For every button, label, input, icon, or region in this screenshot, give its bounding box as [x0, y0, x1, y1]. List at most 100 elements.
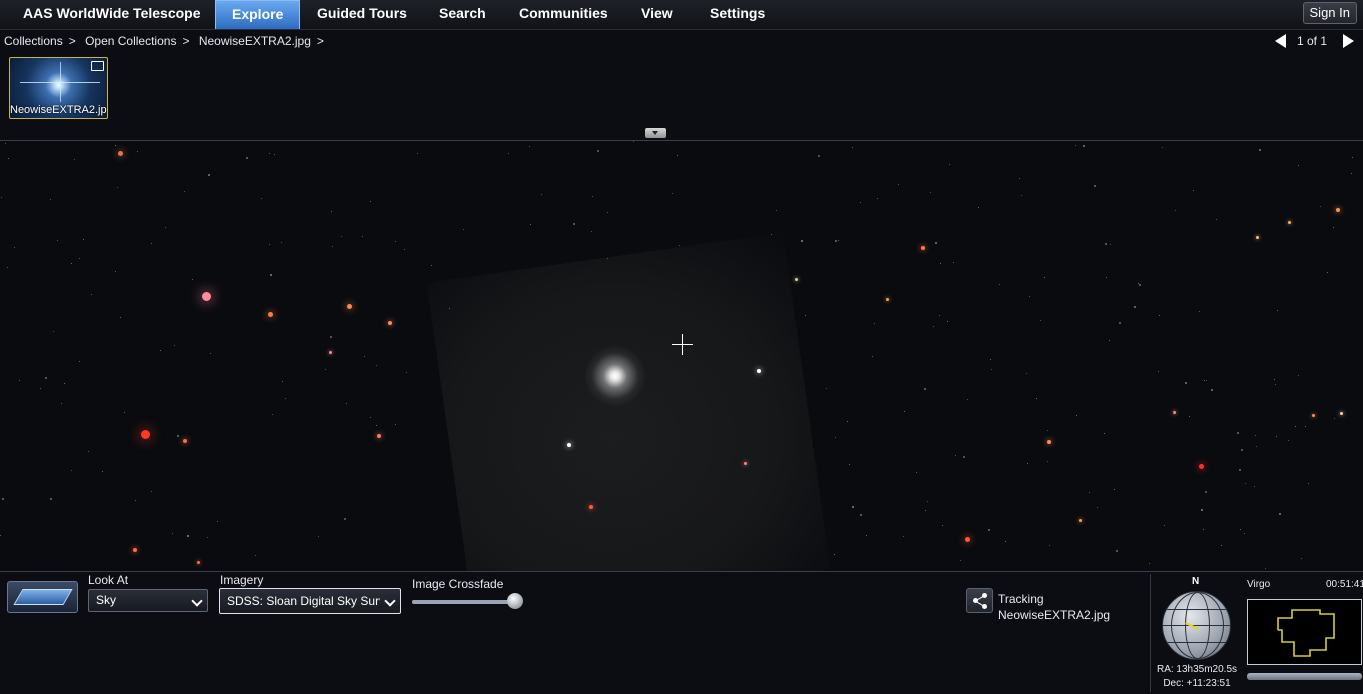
breadcrumb-collections[interactable]: Collections	[4, 34, 63, 48]
star	[1279, 513, 1281, 515]
star	[370, 201, 371, 202]
star	[805, 315, 806, 316]
imagery-select[interactable]: SDSS: Sloan Digital Sky Survey	[219, 588, 401, 614]
star	[1259, 149, 1261, 151]
star	[124, 412, 125, 413]
star	[1327, 272, 1328, 273]
star	[1021, 195, 1022, 196]
star	[1301, 558, 1302, 559]
star	[849, 464, 850, 465]
star	[1109, 340, 1110, 341]
star	[852, 506, 854, 508]
star	[74, 159, 75, 160]
star	[1312, 414, 1315, 417]
star	[1, 197, 2, 198]
star	[744, 462, 747, 465]
star	[347, 304, 352, 309]
star	[207, 537, 208, 538]
star	[573, 223, 575, 225]
star	[395, 241, 396, 242]
star	[61, 403, 62, 404]
star	[927, 501, 928, 502]
star	[388, 321, 392, 325]
star	[1159, 315, 1160, 316]
star	[268, 312, 273, 317]
star	[757, 369, 761, 373]
star	[135, 500, 136, 501]
menu-guided-tours[interactable]: Guided Tours	[317, 5, 407, 21]
star	[541, 194, 542, 195]
pager: 1 of 1	[1275, 32, 1355, 50]
star	[79, 258, 80, 259]
star	[835, 437, 836, 438]
star	[990, 359, 991, 360]
star	[508, 153, 509, 154]
star	[91, 294, 92, 295]
star	[1164, 525, 1165, 526]
look-at-value: Sky	[96, 593, 117, 607]
star	[431, 265, 432, 266]
menu-settings[interactable]: Settings	[710, 5, 765, 21]
star	[1149, 563, 1150, 564]
star	[898, 184, 899, 185]
look-at-select[interactable]: Sky	[88, 589, 208, 612]
menu-explore[interactable]: Explore	[215, 0, 301, 29]
star	[1211, 389, 1213, 391]
star	[1239, 469, 1241, 471]
star	[83, 239, 84, 240]
star	[633, 141, 634, 142]
star	[341, 236, 342, 237]
star	[1075, 145, 1076, 146]
star	[261, 198, 262, 199]
star	[50, 199, 51, 200]
star	[1244, 533, 1245, 534]
look-at-icon[interactable]	[7, 581, 78, 613]
menu-communities[interactable]: Communities	[519, 5, 608, 21]
comet-image	[585, 346, 645, 406]
globe-compass-icon[interactable]	[1162, 591, 1231, 660]
menu-search[interactable]: Search	[439, 5, 486, 21]
star	[1173, 412, 1174, 413]
star	[395, 424, 396, 425]
star	[1162, 147, 1163, 148]
minimap-scrollbar[interactable]	[1247, 673, 1362, 680]
sign-in-button[interactable]: Sign In	[1302, 2, 1357, 24]
star	[282, 381, 283, 382]
star	[197, 561, 200, 564]
star	[370, 417, 371, 418]
image-icon	[91, 61, 104, 71]
sky-view[interactable]	[0, 141, 1363, 571]
collapse-panel-button[interactable]	[645, 128, 666, 138]
breadcrumb-open-collections[interactable]: Open Collections	[85, 34, 176, 48]
star	[1104, 433, 1105, 434]
next-page-icon[interactable]	[1343, 34, 1354, 48]
star	[1255, 435, 1256, 436]
star	[0, 535, 1, 536]
star	[202, 292, 211, 301]
breadcrumb-neowise[interactable]: NeowiseEXTRA2.jpg	[199, 34, 311, 48]
star	[589, 505, 593, 509]
star	[991, 369, 992, 370]
share-icon[interactable]	[966, 588, 993, 613]
star	[14, 247, 15, 248]
crossfade-slider-thumb[interactable]	[507, 593, 523, 609]
page-indicator: 1 of 1	[1297, 34, 1328, 48]
menu-view[interactable]: View	[641, 5, 673, 21]
star	[1089, 492, 1090, 493]
star	[904, 411, 905, 412]
star	[592, 196, 593, 197]
app-title[interactable]: AAS WorldWide Telescope	[23, 5, 201, 21]
star	[835, 240, 837, 242]
star	[172, 533, 173, 534]
star	[346, 403, 347, 404]
prev-page-icon[interactable]	[1275, 34, 1286, 48]
star	[53, 331, 54, 332]
star	[404, 249, 405, 250]
star	[318, 536, 319, 537]
crossfade-slider[interactable]	[412, 600, 518, 604]
constellation-minimap[interactable]	[1247, 599, 1362, 665]
star	[1119, 322, 1121, 324]
collection-item-thumbnail[interactable]: NeowiseEXTRA2.jpg	[9, 57, 108, 119]
star	[344, 518, 346, 520]
chevron-down-icon	[384, 595, 396, 607]
